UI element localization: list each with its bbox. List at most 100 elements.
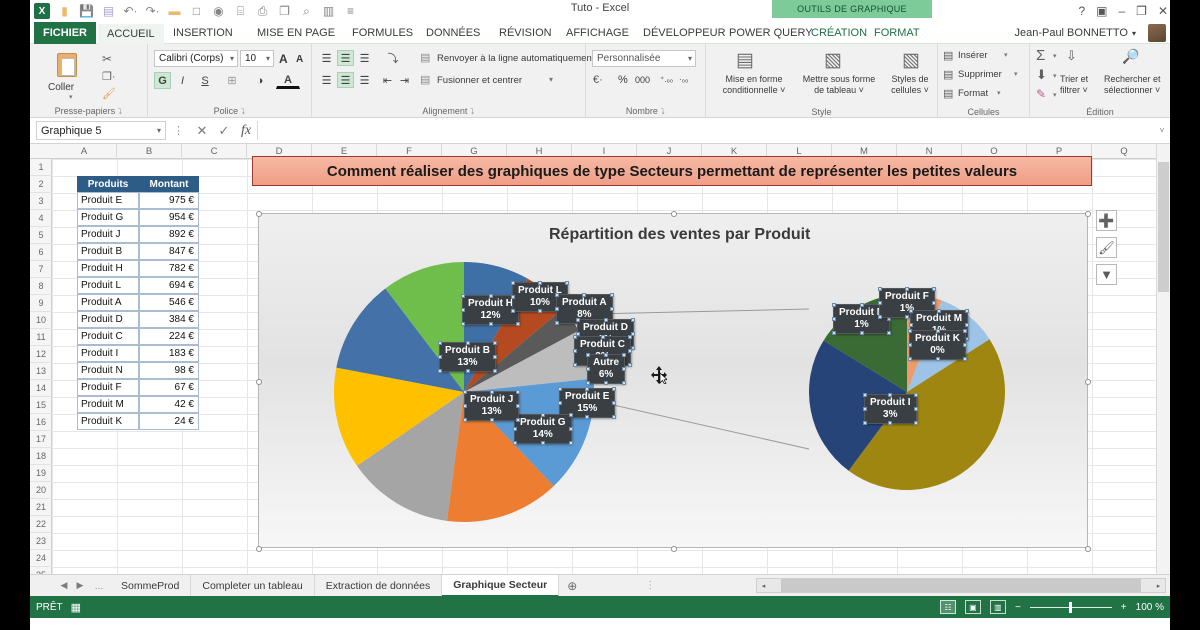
label-resize-handle[interactable]: [631, 318, 635, 322]
user-account[interactable]: Jean-Paul BONNETTO ▾: [1014, 22, 1136, 44]
label-resize-handle[interactable]: [863, 407, 867, 411]
thousands-separator-icon[interactable]: 000: [635, 75, 650, 85]
row-header-12[interactable]: 12: [30, 346, 52, 363]
label-resize-handle[interactable]: [511, 295, 515, 299]
label-resize-handle[interactable]: [937, 309, 942, 313]
label-resize-handle[interactable]: [878, 287, 882, 291]
data-label-autre[interactable]: Autre 6%: [586, 353, 627, 385]
label-resize-handle[interactable]: [461, 322, 465, 326]
confirm-formula-button[interactable]: ✓: [213, 123, 235, 139]
table-cell-produit[interactable]: Produit N: [77, 362, 139, 379]
alignment-dialog-launcher[interactable]: ⮧: [470, 107, 475, 116]
label-resize-handle[interactable]: [913, 407, 918, 411]
data-label-produit-j[interactable]: Produit J 13%: [463, 390, 521, 422]
row-header-18[interactable]: 18: [30, 448, 52, 465]
italic-button[interactable]: I: [174, 72, 191, 89]
row-header-9[interactable]: 9: [30, 295, 52, 312]
format-cells-label[interactable]: Format: [958, 88, 988, 99]
vertical-scrollbar-thumb[interactable]: [1158, 162, 1169, 292]
decrease-font-size-icon[interactable]: A: [296, 54, 303, 65]
table-cell-produit[interactable]: Produit A: [77, 294, 139, 311]
macro-record-icon[interactable]: ▦: [71, 601, 81, 614]
label-resize-handle[interactable]: [963, 357, 967, 361]
label-resize-handle[interactable]: [612, 387, 617, 391]
next-sheet-button[interactable]: ▶: [72, 580, 88, 591]
tab-donnees[interactable]: DONNÉES: [417, 22, 489, 44]
label-resize-handle[interactable]: [622, 381, 627, 385]
formula-input[interactable]: [257, 121, 1154, 140]
label-resize-handle[interactable]: [461, 308, 465, 312]
label-resize-handle[interactable]: [904, 315, 909, 319]
ribbon-display-options-button[interactable]: ▣: [1096, 4, 1107, 18]
label-resize-handle[interactable]: [604, 381, 609, 385]
table-cell-montant[interactable]: 24 €: [139, 413, 199, 430]
label-resize-handle[interactable]: [463, 418, 467, 422]
label-resize-handle[interactable]: [832, 317, 836, 321]
fill-icon[interactable]: ⬇: [1036, 67, 1047, 83]
page-layout-view-button[interactable]: ▣: [964, 600, 981, 614]
label-resize-handle[interactable]: [832, 303, 836, 307]
sort-filter-icon[interactable]: ⇩: [1066, 48, 1077, 64]
wrap-text-label[interactable]: Renvoyer à la ligne automatiquement: [437, 53, 594, 64]
label-resize-handle[interactable]: [913, 421, 918, 425]
font-size-select[interactable]: 10 ▾: [240, 50, 274, 67]
table-cell-montant[interactable]: 694 €: [139, 277, 199, 294]
row-header-20[interactable]: 20: [30, 482, 52, 499]
insert-function-button[interactable]: fx: [235, 123, 257, 139]
conditional-formatting-icon[interactable]: ▤: [736, 49, 754, 72]
merge-cells-icon[interactable]: ▤: [420, 73, 430, 86]
merge-center-caret-icon[interactable]: ▾: [549, 75, 553, 84]
format-painter-icon[interactable]: 🖌: [102, 87, 116, 100]
clear-icon[interactable]: ✎: [1036, 87, 1046, 101]
table-cell-montant[interactable]: 183 €: [139, 345, 199, 362]
cell-styles-icon[interactable]: ▧: [902, 49, 920, 72]
label-resize-handle[interactable]: [568, 427, 573, 431]
scroll-left-button[interactable]: ◂: [757, 579, 770, 592]
table-cell-produit[interactable]: Produit K: [77, 413, 139, 430]
number-format-select[interactable]: Personnalisée ▾: [592, 50, 696, 67]
tab-formules[interactable]: FORMULES: [343, 22, 422, 44]
label-resize-handle[interactable]: [628, 349, 632, 353]
table-cell-montant[interactable]: 954 €: [139, 209, 199, 226]
table-cell-montant[interactable]: 224 €: [139, 328, 199, 345]
label-resize-handle[interactable]: [493, 341, 497, 345]
label-resize-handle[interactable]: [931, 301, 936, 305]
resize-handle[interactable]: [256, 379, 262, 385]
table-cell-montant[interactable]: 847 €: [139, 243, 199, 260]
expand-formula-bar-button[interactable]: ˅: [1154, 126, 1170, 135]
label-resize-handle[interactable]: [832, 331, 836, 335]
align-middle-button[interactable]: ☰: [337, 50, 354, 66]
first-sheet-button[interactable]: ◀: [56, 580, 72, 591]
label-resize-handle[interactable]: [463, 390, 467, 394]
column-header-B[interactable]: B: [117, 144, 182, 159]
label-resize-handle[interactable]: [603, 318, 608, 322]
label-resize-handle[interactable]: [573, 335, 577, 339]
label-resize-handle[interactable]: [859, 303, 864, 307]
bold-button[interactable]: G: [154, 72, 171, 89]
align-left-button[interactable]: ☰: [318, 72, 335, 88]
column-header-A[interactable]: A: [52, 144, 117, 159]
table-cell-produit[interactable]: Produit C: [77, 328, 139, 345]
label-resize-handle[interactable]: [488, 294, 493, 298]
column-header-Q[interactable]: Q: [1092, 144, 1157, 159]
table-cell-montant[interactable]: 546 €: [139, 294, 199, 311]
resize-handle[interactable]: [1085, 379, 1091, 385]
row-header-1[interactable]: 1: [30, 159, 52, 176]
label-resize-handle[interactable]: [489, 418, 494, 422]
page-break-view-button[interactable]: ▥: [989, 600, 1006, 614]
label-resize-handle[interactable]: [909, 309, 913, 313]
align-bottom-button[interactable]: ☰: [356, 50, 373, 66]
label-resize-handle[interactable]: [516, 390, 521, 394]
scroll-right-button[interactable]: ▸: [1152, 579, 1165, 592]
label-resize-handle[interactable]: [963, 329, 967, 333]
table-cell-montant[interactable]: 975 €: [139, 192, 199, 209]
label-resize-handle[interactable]: [965, 309, 970, 313]
find-select-icon[interactable]: 🔎: [1122, 48, 1139, 65]
label-resize-handle[interactable]: [576, 318, 580, 322]
row-header-21[interactable]: 21: [30, 499, 52, 516]
label-resize-handle[interactable]: [965, 323, 970, 327]
table-cell-produit[interactable]: Produit J: [77, 226, 139, 243]
label-resize-handle[interactable]: [513, 441, 517, 445]
remove-decimal-icon[interactable]: ·₀₀: [679, 75, 688, 84]
column-header-C[interactable]: C: [182, 144, 247, 159]
